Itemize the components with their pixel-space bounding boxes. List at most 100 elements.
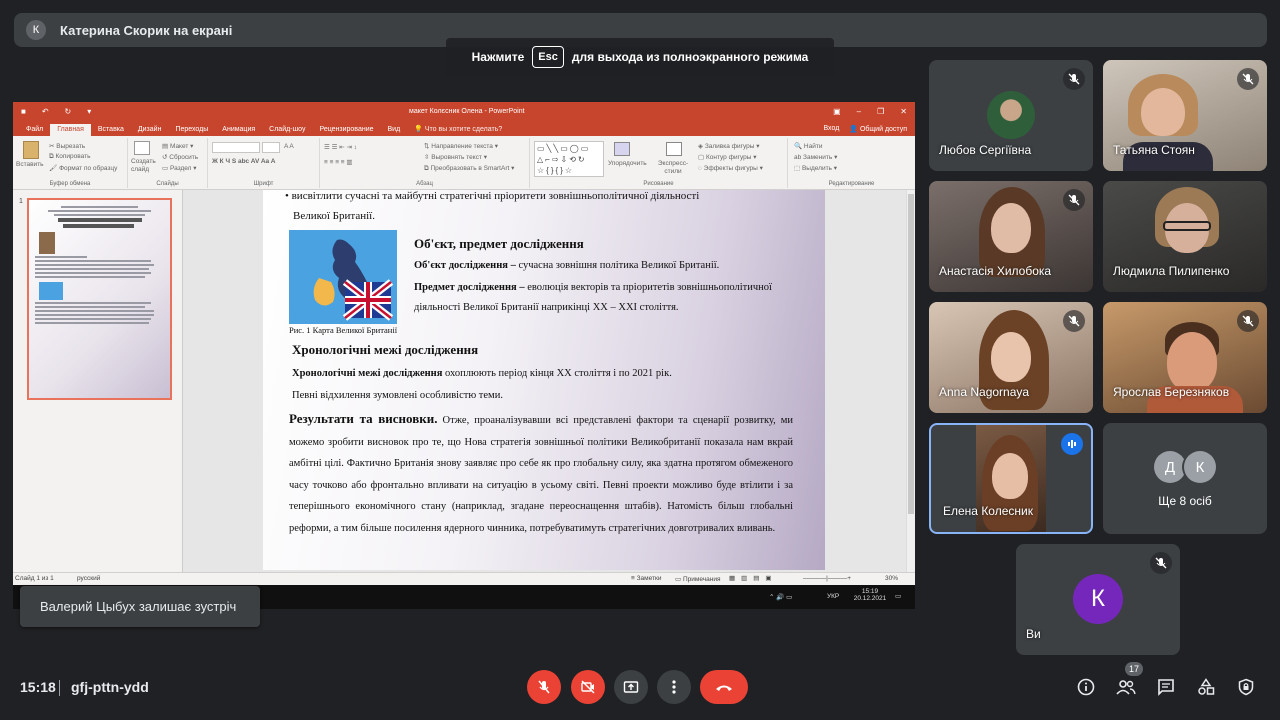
- smartart-button[interactable]: ⧉ Преобразовать в SmartArt ▾: [424, 164, 514, 173]
- font-size-box[interactable]: [262, 142, 280, 153]
- vertical-scrollbar[interactable]: [906, 190, 915, 572]
- tab-insert[interactable]: Вставка: [91, 124, 131, 136]
- language-status[interactable]: русский: [77, 575, 100, 582]
- mic-off-icon: [538, 680, 550, 694]
- ribbon-display-icon[interactable]: ▣: [833, 107, 841, 116]
- self-avatar: К: [1073, 574, 1123, 624]
- chat-button[interactable]: [1155, 676, 1177, 698]
- maximize-icon[interactable]: ❐: [877, 107, 884, 116]
- slide-canvas[interactable]: • висвітлити сучасні та майбутні стратег…: [263, 190, 825, 570]
- shape-effects-button[interactable]: ◌ Эффекты фигуры ▾: [698, 164, 763, 172]
- participant-tile[interactable]: Людмила Пилипенко: [1103, 181, 1267, 292]
- host-controls-button[interactable]: [1235, 676, 1257, 698]
- tell-me-search[interactable]: 💡 Что вы хотите сделать?: [407, 123, 509, 136]
- quick-styles-icon[interactable]: [666, 142, 682, 156]
- taskbar-clock[interactable]: 15:19 20.12.2021: [853, 588, 887, 602]
- align-buttons[interactable]: ≡ ≡ ≡ ≡ ▥: [324, 158, 353, 166]
- slide-thumbnail-pane: 1: [13, 190, 183, 572]
- participant-avatar: К: [1184, 451, 1216, 483]
- zoom-level[interactable]: 30%: [885, 575, 898, 582]
- format-painter-button[interactable]: 🖌 Формат по образцу: [49, 164, 117, 172]
- notification-icon[interactable]: ▭: [895, 592, 901, 600]
- new-slide-icon[interactable]: [134, 141, 150, 155]
- scrollbar-thumb[interactable]: [908, 194, 914, 514]
- activities-button[interactable]: [1195, 676, 1217, 698]
- notes-button[interactable]: ≡ Заметки: [631, 575, 661, 582]
- results-heading: Результати та висновки.: [289, 411, 438, 426]
- participant-tile[interactable]: Ярослав Березняков: [1103, 302, 1267, 413]
- tab-view[interactable]: Вид: [381, 124, 408, 136]
- more-participants-tile[interactable]: Д К Ще 8 осіб: [1103, 423, 1267, 534]
- close-icon[interactable]: ✕: [900, 107, 907, 116]
- participant-tile-speaking[interactable]: Елена Колесник: [929, 423, 1093, 534]
- copy-button[interactable]: ⧉ Копировать: [49, 153, 90, 161]
- more-options-button[interactable]: [657, 670, 691, 704]
- tab-file[interactable]: Файл: [19, 124, 50, 136]
- slide-thumbnail[interactable]: [27, 198, 172, 400]
- minimize-icon[interactable]: –: [857, 107, 861, 116]
- new-slide-button[interactable]: Создать слайд: [131, 158, 157, 174]
- arrange-icon[interactable]: [614, 142, 630, 156]
- font-style-buttons[interactable]: Ж К Ч S abc AV Aa A: [212, 158, 275, 165]
- shape-fill-button[interactable]: ◈ Заливка фигуры ▾: [698, 142, 760, 150]
- undo-icon[interactable]: ↶: [42, 107, 49, 116]
- zoom-slider[interactable]: –———|———+: [803, 575, 851, 582]
- leave-call-button[interactable]: [700, 670, 748, 704]
- save-icon[interactable]: ■: [21, 107, 26, 116]
- camera-toggle-button[interactable]: [571, 670, 605, 704]
- camera-off-icon: [581, 680, 595, 694]
- shared-screen: ■ ↶ ↻ ▾ макет Колєсник Олена - PowerPoin…: [13, 102, 915, 609]
- tab-design[interactable]: Дизайн: [131, 124, 169, 136]
- comments-button[interactable]: ▭ Примечания: [675, 575, 720, 583]
- font-name-box[interactable]: [212, 142, 260, 153]
- layout-button[interactable]: ▤ Макет ▾: [162, 142, 193, 150]
- find-button[interactable]: 🔍 Найти: [794, 142, 822, 150]
- shapes-gallery[interactable]: ▭╲╲▭◯▭ △⌐⇨⇩⟲↻ ☆{}{}☆: [534, 141, 604, 177]
- participant-tile[interactable]: Татьяна Стоян: [1103, 60, 1267, 171]
- shape-outline-button[interactable]: ▢ Контур фигуры ▾: [698, 153, 756, 161]
- quick-styles-button[interactable]: Экспресс-стили: [656, 160, 690, 176]
- select-button[interactable]: ⬚ Выделить ▾: [794, 164, 837, 172]
- paste-button[interactable]: Вставить: [16, 161, 44, 168]
- participant-tile[interactable]: Anna Nagornaya: [929, 302, 1093, 413]
- text-direction-button[interactable]: ⇅ Направление текста ▾: [424, 142, 498, 150]
- cut-button[interactable]: ✂ Вырезать: [49, 142, 85, 150]
- tab-home[interactable]: Главная: [50, 124, 91, 136]
- bullet-line-1: • висвітлити сучасні та майбутні стратег…: [285, 190, 700, 202]
- present-screen-button[interactable]: [614, 670, 648, 704]
- tab-transitions[interactable]: Переходы: [168, 124, 215, 136]
- customize-icon[interactable]: ▾: [87, 107, 91, 116]
- font-grow-icon[interactable]: A A: [284, 143, 294, 150]
- microphone-toggle-button[interactable]: [527, 670, 561, 704]
- taskbar-language[interactable]: УКР: [827, 593, 839, 600]
- share-button[interactable]: 👤 Общий доступ: [849, 125, 907, 133]
- chrono-heading: Хронологічні межі дослідження: [292, 342, 479, 357]
- paste-icon[interactable]: [23, 141, 39, 159]
- arrange-button[interactable]: Упорядочить: [608, 160, 647, 167]
- list-buttons[interactable]: ☰ ☰ ⇤ ⇥ ↕: [324, 143, 357, 151]
- system-tray-icons[interactable]: ⌃ 🔊 ▭: [769, 593, 792, 601]
- meeting-details-button[interactable]: [1075, 676, 1097, 698]
- ppt-ribbon-tabs: Файл Главная Вставка Дизайн Переходы Ани…: [13, 120, 915, 136]
- redo-icon[interactable]: ↻: [65, 107, 72, 116]
- chrono-label: Хронологічні межі дослідження: [292, 368, 443, 379]
- self-tile[interactable]: К Ви: [1016, 544, 1180, 655]
- participant-tile[interactable]: Анастасія Хилобока: [929, 181, 1093, 292]
- video-face: [992, 453, 1028, 499]
- tab-review[interactable]: Рецензирование: [312, 124, 380, 136]
- chrono-line: Хронологічні межі дослідження охоплюють …: [292, 364, 672, 384]
- align-text-button[interactable]: ⇳ Выровнять текст ▾: [424, 153, 487, 161]
- tab-slideshow[interactable]: Слайд-шоу: [262, 124, 312, 136]
- view-buttons[interactable]: ▦▥▤▣: [729, 574, 778, 582]
- shapes-icon: [1198, 678, 1215, 695]
- reset-button[interactable]: ↺ Сбросить: [162, 153, 198, 161]
- login-link[interactable]: Вход: [823, 125, 839, 133]
- meeting-code[interactable]: gfj-pttn-ydd: [71, 679, 149, 695]
- replace-button[interactable]: ab Заменить ▾: [794, 153, 837, 161]
- editing-group: 🔍 Найти ab Заменить ▾ ⬚ Выделить ▾ Редак…: [788, 138, 915, 188]
- people-button[interactable]: 17: [1115, 662, 1143, 698]
- section-button[interactable]: ▭ Раздел ▾: [162, 164, 197, 172]
- tab-animations[interactable]: Анимация: [215, 124, 262, 136]
- participant-tile[interactable]: Любов Сергіївна: [929, 60, 1093, 171]
- layout-label: Макет: [169, 143, 189, 150]
